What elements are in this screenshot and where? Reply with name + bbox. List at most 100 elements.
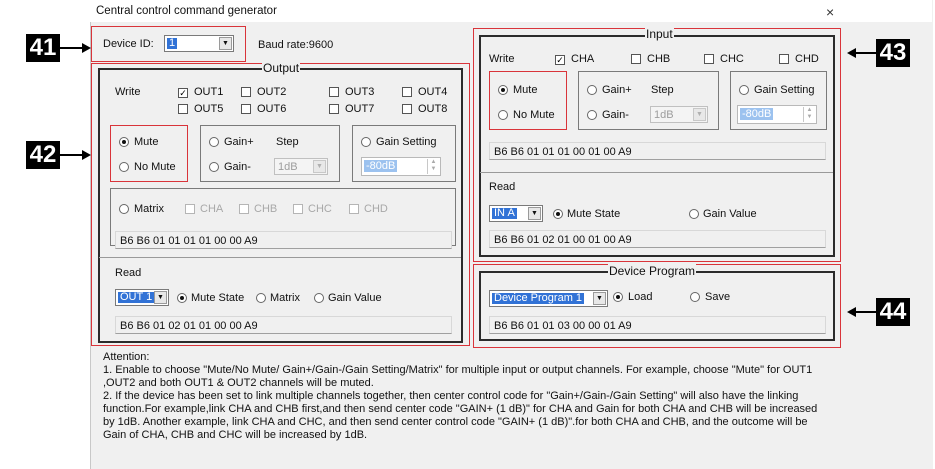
radio-input-gain-setting[interactable] — [739, 85, 749, 98]
checkbox-cha[interactable]: ✓ — [555, 54, 565, 66]
checkbox-chc[interactable] — [704, 54, 714, 67]
checkbox-out8[interactable] — [402, 104, 412, 117]
chevron-down-icon[interactable]: ▼ — [693, 108, 706, 121]
out8-label: OUT8 — [418, 103, 448, 115]
radio-input-read-gain[interactable] — [689, 209, 699, 222]
checkbox-out7[interactable] — [329, 104, 339, 117]
radio-input-gain-minus[interactable] — [587, 110, 597, 123]
chevron-down-icon[interactable]: ▼ — [154, 291, 167, 304]
program-save-label: Save — [705, 291, 731, 303]
checkbox-out5[interactable] — [178, 104, 188, 117]
chevron-down-icon[interactable]: ▼ — [219, 37, 232, 50]
chd-label: CHD — [795, 53, 819, 65]
close-icon[interactable]: × — [826, 4, 834, 20]
input-write-label: Write — [489, 53, 515, 65]
out2-label: OUT2 — [257, 86, 287, 98]
chevron-down-icon[interactable]: ▼ — [313, 160, 326, 173]
program-select-value: Device Program 1 — [492, 292, 585, 304]
output-write-code[interactable]: B6 B6 01 01 01 01 00 00 A9 — [115, 231, 452, 249]
radio-output-gain-minus[interactable] — [209, 162, 219, 175]
input-gain-setting-label: Gain Setting — [754, 84, 815, 96]
checkbox-out4[interactable] — [402, 87, 412, 100]
chc-label: CHC — [720, 53, 744, 65]
arrowhead-icon — [82, 43, 91, 53]
callout-44-arrow — [854, 311, 876, 313]
radio-output-gain-plus[interactable] — [209, 137, 219, 150]
output-step-select[interactable]: 1dB ▼ — [274, 158, 328, 175]
attention-item-1: 1. Enable to choose "Mute/No Mute/ Gain+… — [103, 364, 813, 389]
attention-notes: Attention: 1. Enable to choose "Mute/No … — [103, 351, 825, 442]
input-read-select[interactable]: IN A ▼ — [489, 205, 543, 222]
device-id-select[interactable]: 1 ▼ — [164, 35, 234, 52]
callout-42: 42 — [26, 141, 60, 169]
chevron-down-icon[interactable]: ▼ — [528, 207, 541, 220]
matrix-chd-label: CHD — [364, 203, 388, 215]
program-code[interactable]: B6 B6 01 01 03 00 00 01 A9 — [489, 316, 826, 334]
chevron-down-icon[interactable]: ▼ — [593, 292, 606, 305]
device-id-label: Device ID: — [103, 38, 154, 50]
out4-label: OUT4 — [418, 86, 448, 98]
radio-output-read-matrix[interactable] — [256, 293, 266, 306]
checkbox-chb[interactable] — [631, 54, 641, 67]
input-gain-plus-label: Gain+ — [602, 84, 632, 96]
checkbox-out6[interactable] — [241, 104, 251, 117]
checkbox-out3[interactable] — [329, 87, 339, 100]
input-read-code[interactable]: B6 B6 01 02 01 00 01 00 A9 — [489, 230, 826, 248]
program-legend: Device Program — [608, 264, 697, 278]
radio-output-matrix[interactable] — [119, 204, 129, 217]
callout-44: 44 — [876, 298, 910, 326]
device-id-value: 1 — [167, 37, 178, 49]
input-read-gain-label: Gain Value — [703, 208, 757, 220]
output-step-label: Step — [276, 136, 299, 148]
input-step-select[interactable]: 1dB ▼ — [650, 106, 708, 123]
output-write-label: Write — [115, 86, 141, 98]
radio-output-no-mute[interactable] — [119, 162, 129, 175]
program-code-text: B6 B6 01 01 03 00 00 01 A9 — [494, 320, 632, 332]
output-read-value: OUT 1 — [118, 291, 155, 303]
program-select[interactable]: Device Program 1 ▼ — [489, 290, 608, 307]
checkbox-matrix-chb[interactable] — [239, 204, 249, 217]
input-write-code[interactable]: B6 B6 01 01 01 00 01 00 A9 — [489, 142, 826, 160]
checkbox-matrix-chc[interactable] — [293, 204, 303, 217]
radio-input-no-mute[interactable] — [498, 110, 508, 123]
radio-program-save[interactable] — [690, 292, 700, 305]
baud-rate-label: Baud rate:9600 — [258, 39, 334, 51]
input-write-code-text: B6 B6 01 01 01 00 01 00 A9 — [494, 146, 632, 158]
matrix-chc-label: CHC — [308, 203, 332, 215]
input-gain-minus-label: Gain- — [602, 109, 629, 121]
radio-output-gain-setting[interactable] — [361, 137, 371, 150]
window-title: Central control command generator — [96, 5, 277, 17]
matrix-cha-label: CHA — [200, 203, 224, 215]
input-gain-value: -80dB — [740, 108, 774, 120]
output-legend: Output — [262, 61, 301, 75]
checkbox-chd[interactable] — [779, 54, 789, 67]
callout-41: 41 — [26, 34, 60, 62]
input-read-label: Read — [489, 181, 516, 193]
output-read-select[interactable]: OUT 1 ▼ — [115, 289, 169, 306]
output-write-code-text: B6 B6 01 01 01 01 00 00 A9 — [120, 235, 258, 247]
output-gain-spinner[interactable]: -80dB ▲ ▼ — [361, 157, 441, 176]
radio-output-read-mute[interactable] — [177, 293, 187, 306]
checkbox-matrix-chd[interactable] — [349, 204, 359, 217]
out7-label: OUT7 — [345, 103, 375, 115]
radio-input-mute[interactable] — [498, 85, 508, 98]
radio-output-read-gain[interactable] — [314, 293, 324, 306]
output-gain-minus-label: Gain- — [224, 161, 251, 173]
output-read-mute-label: Mute State — [191, 292, 245, 304]
input-gain-spinner[interactable]: -80dB ▲ ▼ — [737, 105, 817, 124]
output-gain-value: -80dB — [364, 160, 398, 172]
radio-input-gain-plus[interactable] — [587, 85, 597, 98]
radio-output-mute[interactable] — [119, 137, 129, 150]
spinner-arrows-icon[interactable]: ▲ ▼ — [427, 159, 439, 174]
output-read-code[interactable]: B6 B6 01 02 01 01 00 00 A9 — [115, 316, 452, 334]
radio-input-read-mute[interactable] — [553, 209, 563, 222]
checkbox-out2[interactable] — [241, 87, 251, 100]
output-gain-plus-label: Gain+ — [224, 136, 254, 148]
radio-program-load[interactable] — [613, 292, 623, 305]
checkbox-matrix-cha[interactable] — [185, 204, 195, 217]
output-mute-label: Mute — [134, 136, 159, 148]
checkbox-out1[interactable]: ✓ — [178, 87, 188, 99]
attention-item-2: 2. If the device has been set to link mu… — [103, 390, 818, 441]
out1-label: OUT1 — [194, 86, 224, 98]
spinner-arrows-icon[interactable]: ▲ ▼ — [803, 107, 815, 122]
